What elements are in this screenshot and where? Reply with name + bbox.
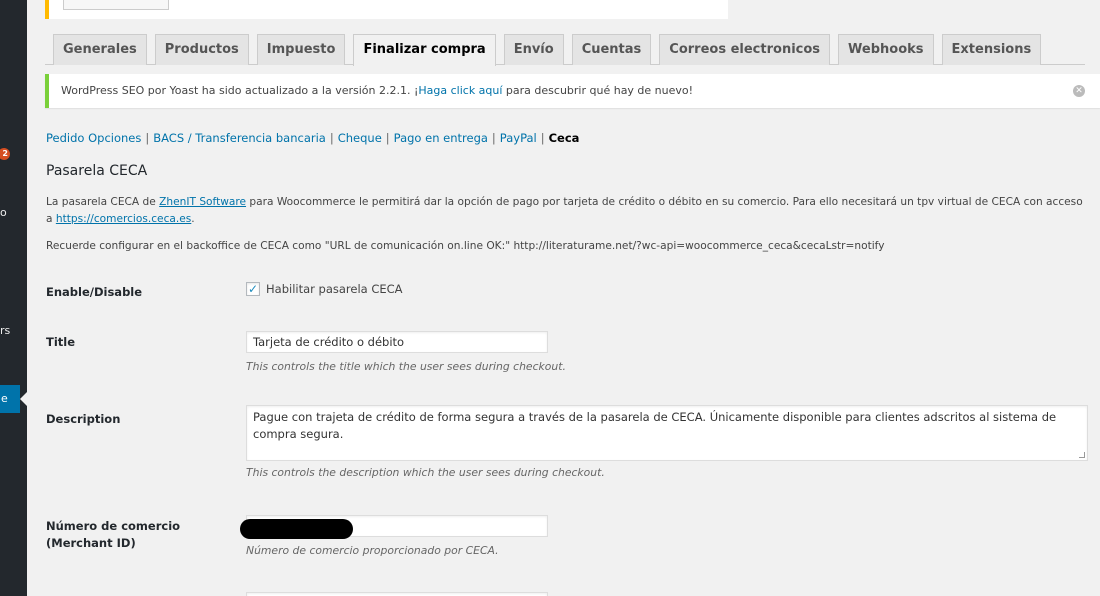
notice-text-end: para descubrir qué hay de nuevo!: [502, 84, 694, 97]
sidebar-item-active[interactable]: e: [0, 385, 20, 413]
tab-extensions[interactable]: Extensions: [941, 34, 1042, 65]
enable-checkbox-label[interactable]: Habilitar pasarela CECA: [266, 282, 403, 296]
title-input[interactable]: Tarjeta de crédito o débito: [246, 331, 548, 353]
description-textarea[interactable]: Pague con trajeta de crédito de forma se…: [246, 405, 1088, 461]
subnav-separator: |: [385, 131, 390, 145]
gateway-intro: La pasarela CECA de ZhenIT Software para…: [46, 194, 1086, 228]
description-value: Pague con trajeta de crédito de forma se…: [253, 410, 1057, 441]
subnav-pago-entrega[interactable]: Pago en entrega: [394, 131, 488, 145]
settings-tabs: Generales Productos Impuesto Finalizar c…: [45, 34, 1085, 66]
tab-finalizar-compra[interactable]: Finalizar compra: [353, 34, 496, 66]
checkout-subnav: Pedido Opciones | BACS / Transferencia ban…: [46, 131, 579, 145]
title-label: Title: [46, 335, 76, 349]
tab-impuesto[interactable]: Impuesto: [256, 34, 346, 65]
tab-webhooks[interactable]: Webhooks: [838, 34, 934, 65]
enable-label: Enable/Disable: [46, 285, 143, 299]
sidebar-item-fragment[interactable]: rs: [0, 324, 10, 337]
merchant-help: Número de comercio proporcionado por CEC…: [246, 544, 499, 557]
subnav-ceca: Ceca: [548, 131, 580, 145]
sidebar-active-arrow: [20, 392, 27, 406]
description-help: This controls the description which the …: [246, 466, 605, 479]
subnav-separator: |: [145, 131, 150, 145]
admin-sidebar: 2 o rs e: [0, 0, 27, 596]
subnav-pedido-opciones[interactable]: Pedido Opciones: [46, 131, 141, 145]
merchant-label-line2: (Merchant ID): [46, 536, 136, 550]
tab-envio[interactable]: Envío: [503, 34, 564, 65]
tab-productos[interactable]: Productos: [154, 34, 249, 65]
tab-correos[interactable]: Correos electronicos: [659, 34, 831, 65]
merchant-label-line1: Número de comercio: [46, 519, 181, 533]
title-help: This controls the title which the user s…: [246, 360, 566, 373]
merchant-label: Número de comercio (Merchant ID): [46, 518, 180, 552]
zhenit-link[interactable]: ZhenIT Software: [159, 196, 246, 208]
page-title: Pasarela CECA: [46, 163, 148, 179]
subnav-paypal[interactable]: PayPal: [500, 131, 537, 145]
update-count-badge: 2: [0, 148, 10, 160]
enable-checkbox[interactable]: ✓: [246, 282, 260, 296]
subnav-separator: |: [329, 131, 334, 145]
ceca-url-link[interactable]: https://comercios.ceca.es: [56, 213, 191, 225]
dismiss-icon[interactable]: ✕: [1073, 85, 1085, 97]
intro-text: .: [191, 213, 195, 225]
tab-generales[interactable]: Generales: [53, 34, 147, 65]
resize-handle-icon[interactable]: [1079, 452, 1085, 458]
yoast-update-notice: WordPress SEO por Yoast ha sido actualiz…: [45, 74, 1100, 108]
sidebar-item-fragment[interactable]: o: [0, 206, 7, 219]
redaction-bar: [240, 519, 353, 539]
next-field-input[interactable]: [246, 592, 548, 596]
notice-link[interactable]: Haga click aquí: [418, 84, 502, 97]
description-label: Description: [46, 412, 121, 426]
notice-text: WordPress SEO por Yoast ha sido actualiz…: [61, 84, 419, 97]
subnav-separator: |: [540, 131, 545, 145]
update-notice: [45, 0, 728, 19]
tab-cuentas[interactable]: Cuentas: [571, 34, 652, 65]
notify-url-note: Recuerde configurar en el backoffice de …: [46, 240, 885, 252]
intro-text: La pasarela CECA de: [46, 196, 160, 208]
subnav-cheque[interactable]: Cheque: [338, 131, 382, 145]
subnav-separator: |: [491, 131, 496, 145]
subnav-bacs[interactable]: BACS / Transferencia bancaria: [153, 131, 326, 145]
notice-button[interactable]: [63, 0, 169, 10]
